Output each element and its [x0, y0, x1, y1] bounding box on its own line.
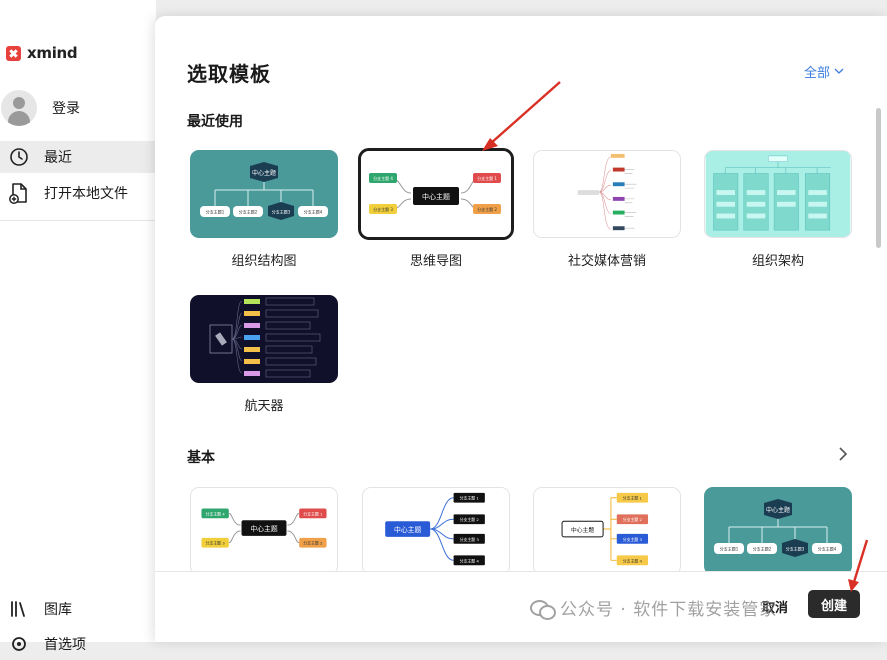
thumb-center-text: 中心主题: [422, 192, 450, 201]
create-button[interactable]: 创建: [808, 590, 860, 618]
library-icon: [8, 599, 30, 619]
thumb-center-text: 中心主题: [252, 169, 276, 177]
sidebar-item-label: 图库: [44, 602, 72, 618]
sidebar-item-preferences[interactable]: 首选项: [0, 628, 156, 660]
sidebar-divider: [0, 220, 156, 221]
thumb-branch-text: 分支主题3: [786, 546, 805, 552]
sidebar-item-label: 首选项: [44, 637, 86, 653]
thumb-branch-text: 分支主题 3: [460, 537, 480, 542]
thumb-branch-text: 分支主题 1: [477, 175, 497, 181]
chevron-down-icon: [834, 64, 844, 79]
watermark: 公众号 · 软件下载安装管家: [530, 595, 777, 620]
thumb-branch-text: 分支主题 4: [460, 558, 480, 563]
thumb-branch-text: 分支主题 1: [460, 496, 480, 501]
sidebar-item-label: 打开本地文件: [44, 186, 128, 202]
thumb-branch-text: 分支主题2: [753, 546, 772, 552]
thumb-branch-text: 分支主题 1: [623, 496, 643, 501]
dialog-title: 选取模板: [187, 62, 271, 86]
thumb-branch-text: 分支主题 2: [460, 517, 480, 522]
template-label: 思维导图: [409, 254, 462, 269]
file-add-icon: [8, 182, 30, 204]
xmind-logo-icon: [6, 45, 21, 61]
watermark-text: 公众号 · 软件下载安装管家: [560, 600, 778, 620]
thumb-branch-text: 分支主题1: [720, 546, 739, 552]
filter-dropdown[interactable]: 全部: [804, 62, 844, 81]
sidebar-item-library[interactable]: 图库: [0, 593, 156, 625]
thumb-branch-text: 分支主题 1: [303, 511, 323, 516]
thumb-branch-text: 分支主题 3: [373, 206, 393, 212]
login-label: 登录: [52, 101, 80, 117]
sidebar-item-recent[interactable]: 最近: [0, 141, 156, 173]
thumb-branch-text: 分支主题 2: [477, 206, 497, 212]
app-name: xmind: [27, 44, 78, 62]
template-dialog: 选取模板 全部 最近使用 中心主题 分支主题1 分支主题2 分支主题3 分支主题…: [155, 16, 887, 642]
sidebar: xmind 登录 最近 打开本地文件 图库 首选项: [0, 0, 156, 653]
thumb-branch-text: 分支主题3: [272, 209, 291, 215]
thumb-center-text: 中心主题: [250, 524, 277, 533]
thumb-center-text: 中心主题: [571, 526, 595, 534]
thumb-branch-text: 分支主题 2: [623, 517, 643, 522]
chevron-right-icon[interactable]: [838, 446, 848, 465]
app-logo: xmind: [6, 44, 78, 62]
thumb-branch-text: 分支主题 3: [623, 537, 643, 542]
avatar-icon: [1, 90, 37, 126]
template-card-organization[interactable]: [704, 150, 852, 238]
thumb-center-text: 中心主题: [394, 525, 421, 534]
template-card-basic-mindmap[interactable]: 中心主题 分支主题 4 分支主题 3 分支主题 1 分支主题 2: [190, 487, 338, 575]
thumb-branch-text: 分支主题 3: [205, 541, 225, 546]
template-label: 社交媒体营销: [567, 254, 646, 269]
thumb-branch-text: 分支主题1: [206, 209, 225, 215]
login-button[interactable]: 登录: [0, 90, 80, 126]
template-label: 组织结构图: [231, 254, 297, 269]
wechat-icon: [530, 598, 556, 620]
thumb-center-text: 中心主题: [766, 506, 790, 514]
thumb-branch-text: 分支主题4: [818, 546, 837, 552]
gear-icon: [8, 634, 30, 654]
template-card-basic-logic[interactable]: 中心主题 分支主题 1 分支主题 2 分支主题 3 分支主题 4: [362, 487, 510, 575]
thumb-branch-text: 分支主题 4: [623, 558, 643, 563]
filter-label: 全部: [804, 66, 831, 81]
template-label: 航天器: [244, 399, 284, 414]
template-card-spacecraft[interactable]: [190, 295, 338, 383]
clock-icon: [8, 147, 30, 167]
template-card-mind-map[interactable]: 中心主题 分支主题 4 分支主题 3 分支主题 1 分支主题 2: [358, 148, 514, 240]
sidebar-item-label: 最近: [44, 150, 72, 166]
thumb-branch-text: 分支主题 4: [373, 175, 393, 181]
template-card-basic-bracket[interactable]: 中心主题 分支主题 1 分支主题 2 分支主题 3 分支主题 4: [533, 487, 681, 575]
thumb-branch-text: 分支主题4: [304, 209, 323, 215]
scrollbar[interactable]: [876, 108, 881, 248]
template-label: 组织架构: [751, 254, 804, 269]
thumb-branch-text: 分支主题 4: [205, 511, 225, 516]
thumb-branch-text: 分支主题 2: [303, 541, 323, 546]
thumb-branch-text: 分支主题2: [239, 209, 258, 215]
section-basic: 基本: [187, 450, 215, 466]
sidebar-item-open-local-file[interactable]: 打开本地文件: [0, 177, 156, 209]
template-card-social-media-marketing[interactable]: [533, 150, 681, 238]
section-recent: 最近使用: [187, 114, 243, 130]
template-card-org-chart[interactable]: 中心主题 分支主题1 分支主题2 分支主题3 分支主题4: [190, 150, 338, 238]
template-card-basic-org[interactable]: 中心主题 分支主题1 分支主题2 分支主题3 分支主题4: [704, 487, 852, 575]
